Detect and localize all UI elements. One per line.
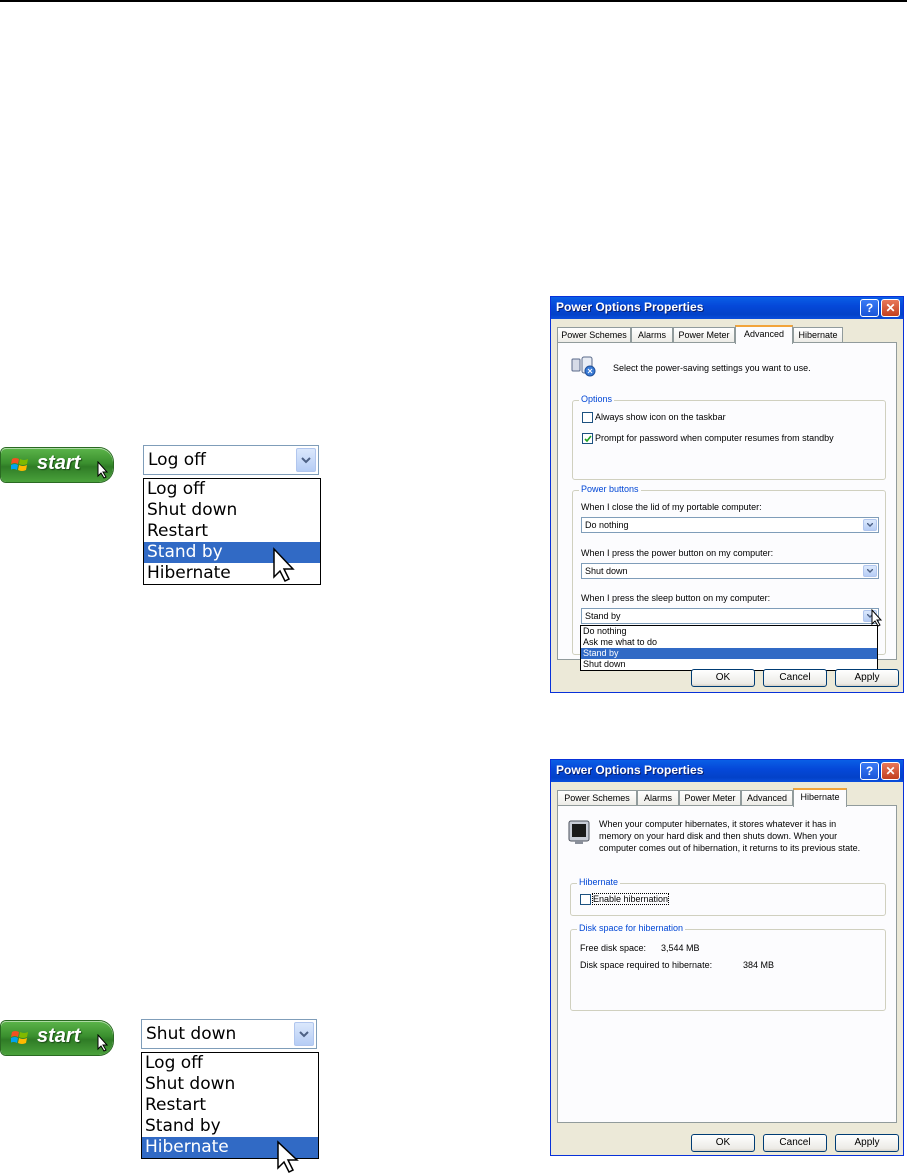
options-group-label: Options: [579, 394, 615, 404]
ok-button[interactable]: OK: [691, 669, 755, 687]
dropdown-button[interactable]: [294, 1022, 314, 1046]
lid-select[interactable]: Do nothing: [581, 517, 879, 533]
power-dropdown-button[interactable]: [863, 565, 877, 577]
power-button-label: When I press the power button on my comp…: [581, 548, 774, 558]
lid-dropdown-button[interactable]: [863, 519, 877, 531]
lid-label: When I close the lid of my portable comp…: [581, 502, 762, 512]
chevron-down-icon: [301, 457, 311, 464]
dialog-title: Power Options Properties: [556, 763, 704, 777]
windows-logo-icon: [11, 1031, 28, 1044]
close-button[interactable]: ✕: [881, 762, 900, 780]
option-shut-down[interactable]: Shut down: [142, 1074, 318, 1095]
enable-hibernation-label: Enable hibernation: [591, 893, 670, 905]
close-button[interactable]: ✕: [881, 299, 900, 317]
shutdown-combo-value: Log off: [148, 450, 206, 470]
tab-advanced[interactable]: Advanced: [735, 325, 793, 344]
disk-space-group: Disk space for hibernation Free disk spa…: [570, 923, 886, 1011]
tab-power-meter[interactable]: Power Meter: [679, 790, 741, 806]
hibernate-group: Hibernate Enable hibernation: [570, 877, 886, 916]
prompt-password-label: Prompt for password when computer resume…: [595, 433, 834, 443]
option-do-nothing[interactable]: Do nothing: [581, 626, 877, 637]
free-disk-value: 3,544 MB: [661, 943, 700, 953]
cursor-icon: [273, 547, 295, 583]
cursor-icon: [277, 1140, 299, 1174]
tab-power-schemes[interactable]: Power Schemes: [557, 327, 631, 343]
intro-line-2: memory on your hard disk and then shuts …: [599, 831, 838, 841]
sleep-button-select[interactable]: Stand by: [581, 608, 879, 624]
required-disk-label: Disk space required to hibernate:: [580, 960, 713, 970]
dialog-title: Power Options Properties: [556, 300, 704, 314]
windows-logo-icon: [11, 458, 28, 471]
show-icon-label: Always show icon on the taskbar: [595, 412, 726, 422]
start-label: start: [37, 452, 81, 474]
advanced-panel: Select the power-saving settings you wan…: [557, 342, 897, 660]
enable-hibernation-checkbox[interactable]: [580, 894, 591, 905]
power-options-dialog-hibernate: Power Options Properties ? ✕ Power Schem…: [550, 759, 904, 1156]
power-options-dialog-advanced: Power Options Properties ? ✕ Power Schem…: [550, 296, 904, 693]
lid-select-value: Do nothing: [585, 520, 629, 530]
cursor-icon: [97, 1034, 109, 1052]
sleep-button-label: When I press the sleep button on my comp…: [581, 593, 771, 603]
tab-advanced[interactable]: Advanced: [741, 790, 793, 806]
power-button-select-value: Shut down: [585, 566, 628, 576]
intro-line-3: computer comes out of hibernation, it re…: [599, 843, 861, 853]
power-buttons-group-label: Power buttons: [579, 484, 641, 494]
tab-alarms[interactable]: Alarms: [637, 790, 679, 806]
power-button-select[interactable]: Shut down: [581, 563, 879, 579]
chevron-down-icon: [867, 569, 873, 573]
title-bar: Power Options Properties ? ✕: [551, 297, 903, 319]
power-settings-icon: [571, 356, 596, 377]
option-restart[interactable]: Restart: [144, 521, 320, 542]
intro-line-1: When your computer hibernates, it stores…: [599, 819, 837, 829]
sleep-button-select-value: Stand by: [585, 611, 621, 621]
disk-space-group-label: Disk space for hibernation: [577, 923, 686, 933]
free-disk-label: Free disk space:: [580, 943, 647, 953]
hibernate-panel: When your computer hibernates, it stores…: [557, 805, 897, 1123]
cursor-icon: [871, 609, 883, 627]
start-label: start: [37, 1025, 81, 1047]
dropdown-button[interactable]: [296, 448, 316, 472]
prompt-password-checkbox[interactable]: [582, 433, 593, 444]
hibernate-monitor-icon: [568, 820, 590, 844]
ok-button[interactable]: OK: [691, 1134, 755, 1152]
sleep-option-list: Do nothing Ask me what to do Stand by Sh…: [580, 625, 878, 671]
cancel-button[interactable]: Cancel: [763, 669, 827, 687]
start-button[interactable]: start: [1, 1021, 113, 1055]
title-bar: Power Options Properties ? ✕: [551, 760, 903, 782]
shutdown-combo-value: Shut down: [146, 1024, 237, 1044]
checkmark-icon: [584, 435, 592, 443]
hibernate-group-label: Hibernate: [577, 877, 621, 887]
shutdown-combo[interactable]: Shut down: [141, 1019, 317, 1049]
help-button[interactable]: ?: [860, 299, 879, 317]
cancel-button[interactable]: Cancel: [763, 1134, 827, 1152]
option-log-off[interactable]: Log off: [144, 479, 320, 500]
option-log-off[interactable]: Log off: [142, 1053, 318, 1074]
shutdown-combo[interactable]: Log off: [143, 445, 319, 475]
option-restart[interactable]: Restart: [142, 1095, 318, 1116]
required-disk-value: 384 MB: [743, 960, 775, 970]
option-shut-down[interactable]: Shut down: [144, 500, 320, 521]
option-stand-by[interactable]: Stand by: [142, 1116, 318, 1137]
tab-power-schemes[interactable]: Power Schemes: [557, 790, 637, 806]
top-rule: [0, 0, 907, 2]
tab-power-meter[interactable]: Power Meter: [673, 327, 735, 343]
show-icon-checkbox[interactable]: [582, 412, 593, 423]
tab-hibernate[interactable]: Hibernate: [793, 327, 843, 343]
intro-text: Select the power-saving settings you wan…: [613, 363, 811, 373]
chevron-down-icon: [299, 1031, 309, 1038]
apply-button[interactable]: Apply: [835, 1134, 899, 1152]
chevron-down-icon: [867, 523, 873, 527]
tab-alarms[interactable]: Alarms: [631, 327, 673, 343]
option-stand-by[interactable]: Stand by: [581, 648, 877, 659]
start-button[interactable]: start: [1, 448, 113, 482]
options-group: Options Always show icon on the taskbar …: [572, 394, 886, 480]
tab-hibernate[interactable]: Hibernate: [793, 788, 847, 807]
apply-button[interactable]: Apply: [835, 669, 899, 687]
help-button[interactable]: ?: [860, 762, 879, 780]
option-ask-me[interactable]: Ask me what to do: [581, 637, 877, 648]
cursor-icon: [97, 461, 109, 479]
